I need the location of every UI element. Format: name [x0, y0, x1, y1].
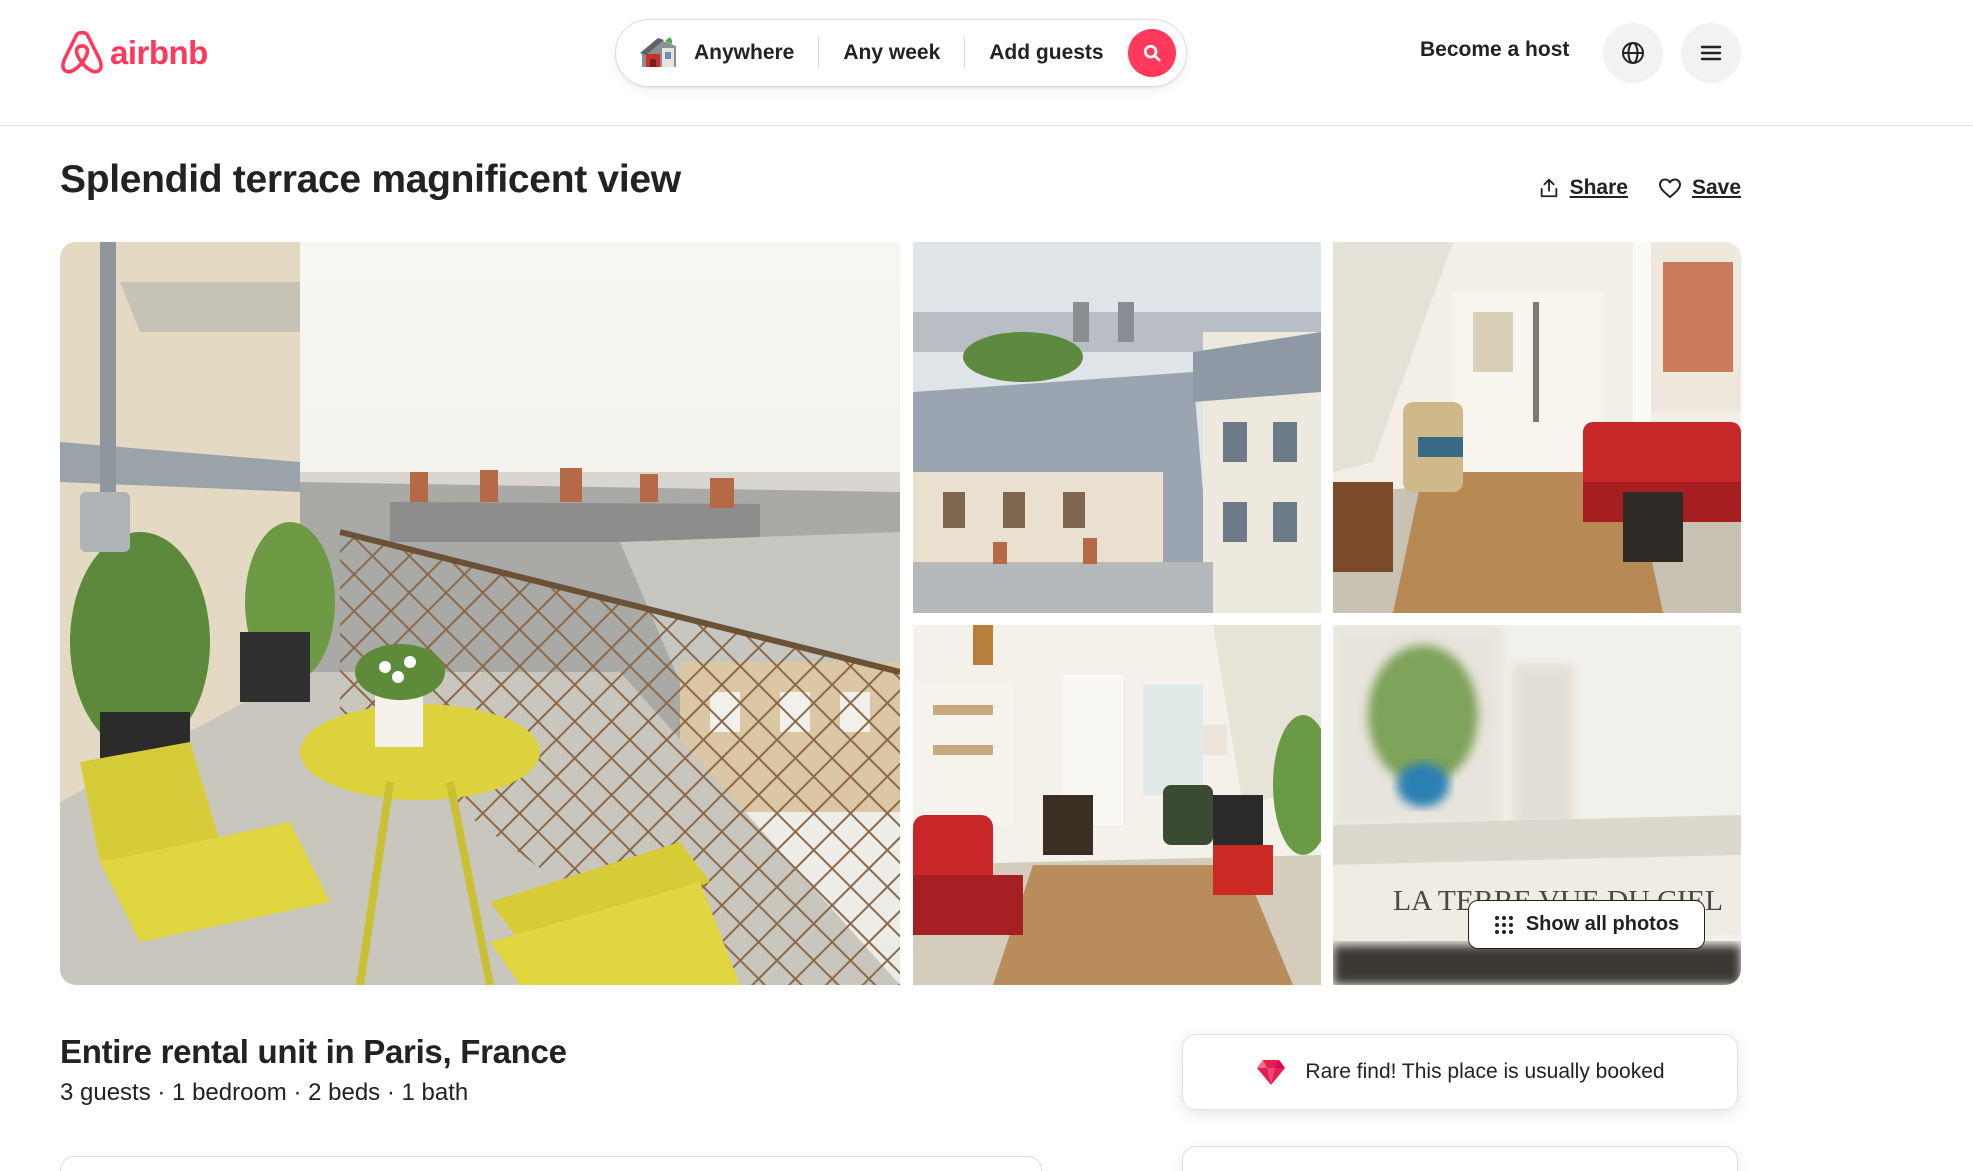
photo-living-room[interactable]	[1333, 242, 1741, 613]
share-label: Share	[1569, 176, 1628, 199]
listing-title: Splendid terrace magnificent view	[60, 158, 681, 201]
become-a-host-link[interactable]: Become a host	[1420, 38, 1569, 62]
search-where[interactable]: Anywhere	[616, 20, 818, 86]
save-button[interactable]: Save	[1658, 176, 1741, 200]
airbnb-logo-icon	[61, 30, 103, 74]
search-who[interactable]: Add guests	[965, 20, 1127, 86]
menu-icon	[1700, 45, 1722, 61]
show-all-photos-button[interactable]: Show all photos	[1468, 900, 1705, 949]
booking-card	[1182, 1146, 1738, 1171]
who-label: Add guests	[989, 41, 1104, 64]
listing-capacity-details: 3 guests · 1 bedroom · 2 beds · 1 bath	[60, 1079, 469, 1106]
house-icon	[640, 37, 676, 67]
photo-lounge[interactable]	[913, 625, 1321, 985]
main-menu-button[interactable]	[1681, 23, 1741, 83]
search-when[interactable]: Any week	[819, 20, 964, 86]
rare-find-text: Rare find! This place is usually booked	[1305, 1060, 1665, 1083]
airbnb-logo[interactable]: airbnb	[60, 29, 208, 77]
when-label: Any week	[843, 41, 941, 64]
diamond-icon	[1257, 1060, 1286, 1085]
living-room-photo-image	[1333, 242, 1741, 613]
photo-gallery: LA TERRE VUE DU CIEL	[60, 242, 1741, 985]
heart-icon	[1658, 178, 1681, 198]
grid-dots-icon	[1494, 915, 1513, 934]
top-navigation-bar: airbnb Anywhere Any week Add guests Beco…	[0, 0, 1973, 126]
host-info-card	[60, 1156, 1042, 1171]
main-photo-terrace[interactable]	[60, 242, 900, 985]
globe-icon	[1622, 42, 1644, 64]
search-button[interactable]	[1128, 29, 1176, 77]
share-icon	[1540, 178, 1557, 198]
photo-rooftop-view[interactable]	[913, 242, 1321, 613]
rooftop-photo-image	[913, 242, 1321, 613]
listing-type-heading: Entire rental unit in Paris, France	[60, 1033, 567, 1070]
show-all-photos-label: Show all photos	[1525, 913, 1680, 935]
search-bar[interactable]: Anywhere Any week Add guests	[615, 19, 1187, 87]
save-label: Save	[1691, 176, 1741, 199]
search-icon	[1143, 44, 1161, 62]
listing-actions: Share Save	[1538, 176, 1741, 200]
language-button[interactable]	[1603, 23, 1663, 83]
lounge-photo-image	[913, 625, 1321, 985]
brand-name: airbnb	[110, 34, 208, 71]
where-label: Anywhere	[694, 41, 795, 64]
terrace-photo-image	[60, 242, 900, 985]
rare-find-card: Rare find! This place is usually booked	[1182, 1034, 1738, 1110]
share-button[interactable]: Share	[1538, 176, 1628, 200]
